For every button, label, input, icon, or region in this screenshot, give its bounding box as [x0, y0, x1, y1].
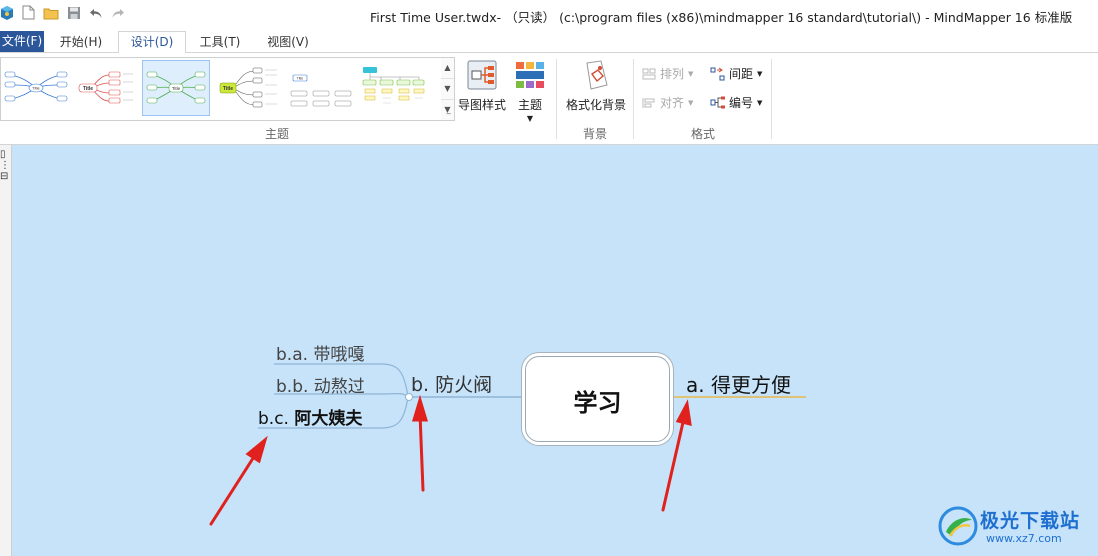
mindmap-connectors: [209, 363, 806, 526]
central-topic-label: 学习: [573, 389, 622, 417]
subtopic-item[interactable]: b.a. 带哦嘎: [276, 340, 364, 365]
annotation-arrowhead: [411, 394, 429, 422]
subtopic-item[interactable]: b.b. 动熬过: [276, 372, 365, 397]
subtopic-number: b.b.: [276, 377, 309, 397]
subtopic-text: 阿大姨夫: [294, 409, 363, 429]
main-topic-right[interactable]: a. 得更方便: [686, 369, 791, 398]
site-watermark: 极光下载站 www.xz7.com: [936, 502, 1096, 552]
topic-number: b.: [411, 374, 430, 396]
annotation-arrowhead: [675, 399, 692, 427]
central-topic[interactable]: 学习: [525, 356, 670, 442]
watermark-name: 极光下载站: [980, 510, 1081, 532]
topic-number: a.: [686, 373, 705, 397]
watermark-logo-icon: [938, 506, 978, 546]
subtopic-text: 带哦嘎: [313, 345, 365, 365]
subtopic-number: b.c.: [258, 409, 289, 429]
annotation-arrowhead: [245, 435, 268, 464]
main-topic-left[interactable]: b. 防火阀: [411, 370, 492, 397]
annotation-arrow: [209, 450, 259, 526]
subtopic-number: b.a.: [276, 345, 309, 365]
watermark-url: www.xz7.com: [986, 532, 1062, 545]
annotation-arrow: [418, 412, 425, 492]
topic-text: 防火阀: [435, 374, 493, 396]
subtopic-item-selected[interactable]: b.c. 阿大姨夫: [258, 404, 362, 429]
subtopic-text: 动熬过: [313, 377, 365, 397]
topic-text: 得更方便: [710, 373, 791, 397]
